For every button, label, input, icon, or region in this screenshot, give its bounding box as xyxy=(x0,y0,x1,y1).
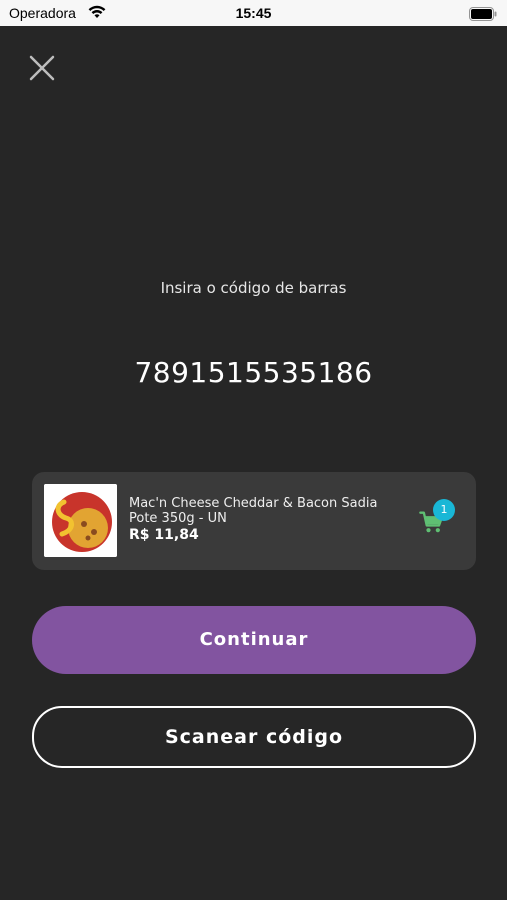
continue-button[interactable]: Continuar xyxy=(32,606,476,674)
battery-icon xyxy=(469,6,497,25)
barcode-input[interactable]: 7891515535186 xyxy=(0,356,507,389)
product-name: Mac'n Cheese Cheddar & Bacon Sadia Pote … xyxy=(129,496,378,526)
product-image xyxy=(44,484,117,557)
cart-count-badge: 1 xyxy=(433,499,455,521)
close-icon[interactable] xyxy=(28,54,56,82)
scan-code-button[interactable]: Scanear código xyxy=(32,706,476,768)
product-card[interactable]: Mac'n Cheese Cheddar & Bacon Sadia Pote … xyxy=(32,472,476,570)
status-bar: Operadora 15:45 xyxy=(0,0,507,26)
product-price: R$ 11,84 xyxy=(129,527,199,543)
clock: 15:45 xyxy=(235,5,272,21)
barcode-prompt: Insira o código de barras xyxy=(160,279,347,297)
